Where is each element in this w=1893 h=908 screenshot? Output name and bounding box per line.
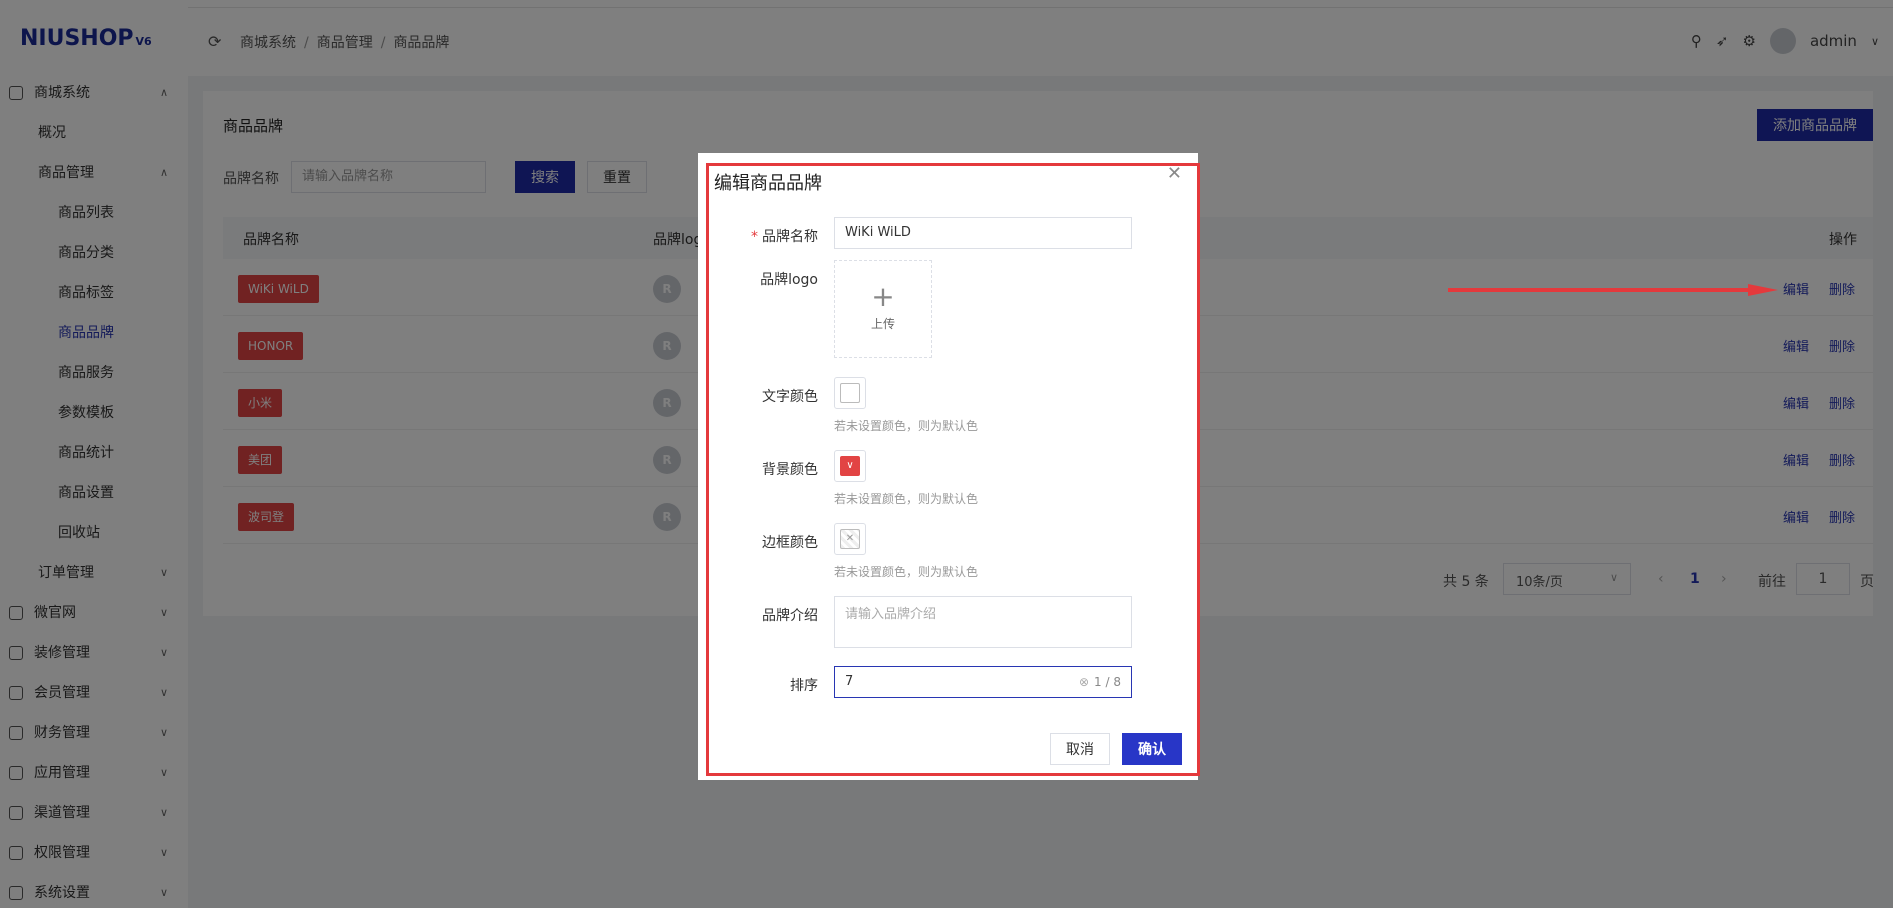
required-mark: * (751, 229, 758, 245)
plus-icon: + (871, 280, 895, 313)
brand-intro-textarea[interactable]: 请输入品牌介绍 (834, 596, 1132, 648)
sort-label: 排序 (790, 678, 818, 694)
text-color-picker[interactable] (834, 377, 866, 409)
sort-value: 7 (845, 674, 854, 689)
color-hint: 若未设置颜色，则为默认色 (834, 565, 979, 579)
logo-upload[interactable]: + 上传 (834, 260, 932, 358)
color-swatch (840, 383, 860, 403)
brand-logo-label: 品牌logo (760, 272, 818, 288)
upload-label: 上传 (870, 317, 895, 331)
dialog-title: 编辑商品品牌 (714, 173, 822, 194)
clear-icon[interactable]: ⊗ (1079, 667, 1089, 697)
text-color-label: 文字颜色 (762, 389, 818, 405)
color-hint: 若未设置颜色，则为默认色 (834, 419, 979, 433)
char-counter: 1 / 8 (1094, 675, 1121, 689)
border-color-picker[interactable]: ✕ (834, 523, 866, 555)
close-icon[interactable]: ✕ (1167, 163, 1182, 184)
bg-color-picker[interactable]: ∨ (834, 450, 866, 482)
brand-name-input[interactable]: WiKi WiLD (834, 217, 1132, 249)
chevron-down-icon: ∨ (840, 456, 860, 476)
brand-name-label: * 品牌名称 (751, 226, 818, 246)
sort-input[interactable]: 7 ⊗ 1 / 8 (834, 666, 1132, 698)
color-hint: 若未设置颜色，则为默认色 (834, 492, 979, 506)
bg-color-label: 背景颜色 (762, 462, 818, 478)
border-color-label: 边框颜色 (762, 535, 818, 551)
field-label: 品牌名称 (762, 229, 818, 245)
brand-intro-label: 品牌介绍 (762, 608, 818, 624)
edit-brand-dialog: 编辑商品品牌 ✕ * 品牌名称 WiKi WiLD 品牌logo + 上传 文字颜… (698, 153, 1198, 780)
intro-placeholder: 请输入品牌介绍 (845, 607, 937, 622)
empty-color-icon: ✕ (840, 529, 860, 549)
confirm-button[interactable]: 确认 (1122, 733, 1182, 765)
annotation-arrow (1448, 284, 1778, 296)
cancel-button[interactable]: 取消 (1050, 733, 1110, 765)
